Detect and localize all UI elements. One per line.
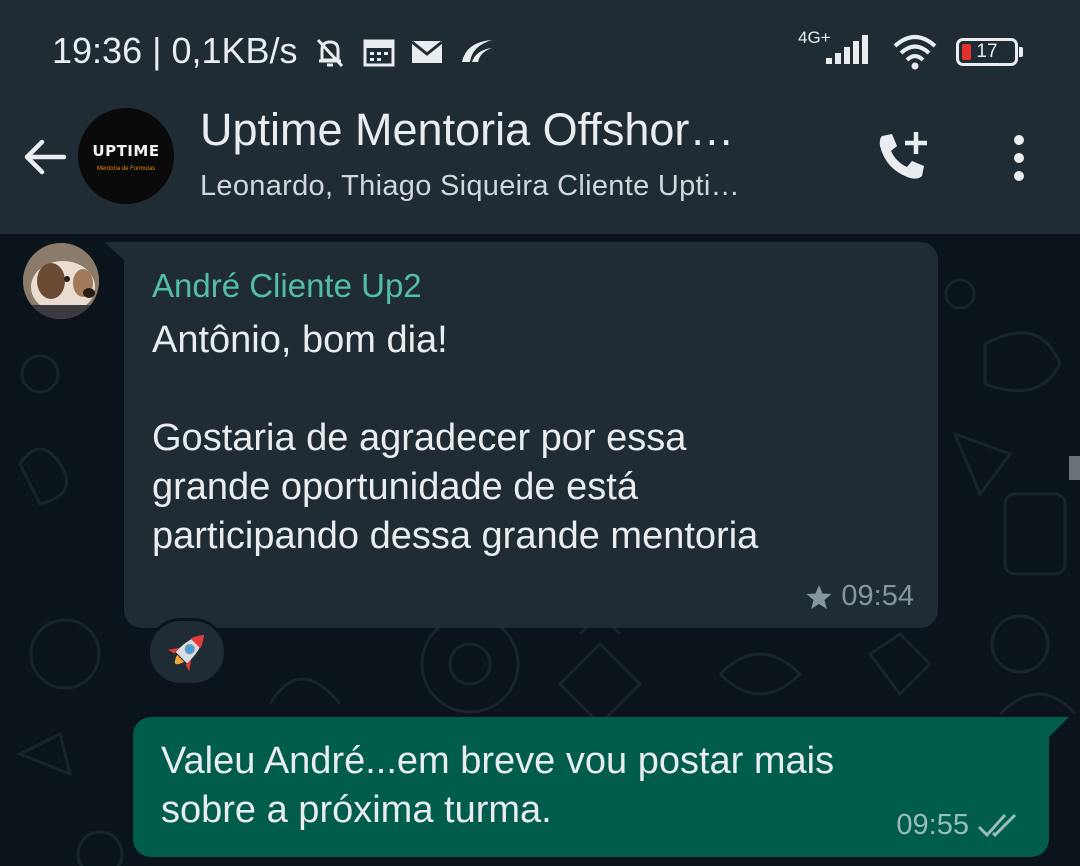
more-options-icon[interactable] <box>1000 132 1038 184</box>
incoming-bubble-tail <box>104 242 126 262</box>
message-time: 09:55 <box>896 809 969 841</box>
message-time: 09:54 <box>841 580 914 612</box>
message-text: Valeu André...em breve vou postar mais s… <box>161 740 835 831</box>
sender-name[interactable]: André Cliente Up2 <box>152 267 422 305</box>
outgoing-message-bubble[interactable]: Valeu André...em breve vou postar mais s… <box>133 717 1049 857</box>
message-meta: 09:54 <box>805 580 914 613</box>
calendar-icon <box>363 39 395 67</box>
outgoing-bubble-tail <box>1049 717 1069 737</box>
avatar-logo-subtext: Mentoria de Formulas <box>96 166 156 172</box>
wifi-icon <box>893 34 937 69</box>
incoming-message-bubble[interactable]: André Cliente Up2 Antônio, bom dia! Gost… <box>124 242 938 628</box>
status-time: 19:36 | 0,1KB/s <box>52 30 298 71</box>
app-header: 19:36 | 0,1KB/s 4G+ 17 UPTIME Mentoria d… <box>0 0 1080 234</box>
rocket-icon <box>167 635 204 672</box>
add-call-icon[interactable] <box>872 128 934 186</box>
avatar-logo-text: UPTIME <box>92 142 160 160</box>
signal-icon <box>826 35 868 64</box>
message-text: Antônio, bom dia! Gostaria de agradecer … <box>152 319 759 557</box>
back-arrow-icon[interactable] <box>20 132 70 182</box>
mute-bell-icon <box>316 38 344 68</box>
message-meta: 09:55 <box>896 809 1023 842</box>
scrollbar-thumb[interactable] <box>1069 456 1080 480</box>
dog-photo <box>23 243 99 319</box>
star-icon <box>806 584 832 609</box>
battery-icon: 17 <box>956 37 1023 66</box>
sender-avatar[interactable] <box>23 243 99 319</box>
chat-area[interactable]: André Cliente Up2 Antônio, bom dia! Gost… <box>0 234 1080 866</box>
status-system-icons: 4G+ 17 <box>798 28 1023 71</box>
network-type-label: 4G+ <box>798 28 831 47</box>
group-avatar[interactable]: UPTIME Mentoria de Formulas <box>78 108 174 204</box>
message-reaction[interactable] <box>147 618 227 686</box>
speed-app-icon <box>462 40 492 62</box>
double-check-icon <box>977 813 1017 837</box>
battery-level: 17 <box>976 40 998 62</box>
chat-title[interactable]: Uptime Mentoria Offshor… <box>200 104 734 156</box>
status-notification-icons <box>312 34 494 70</box>
mail-icon <box>411 40 443 63</box>
signal-group: 4G+ <box>798 28 874 71</box>
chat-participants[interactable]: Leonardo, Thiago Siqueira Cliente Upti… <box>200 170 740 203</box>
